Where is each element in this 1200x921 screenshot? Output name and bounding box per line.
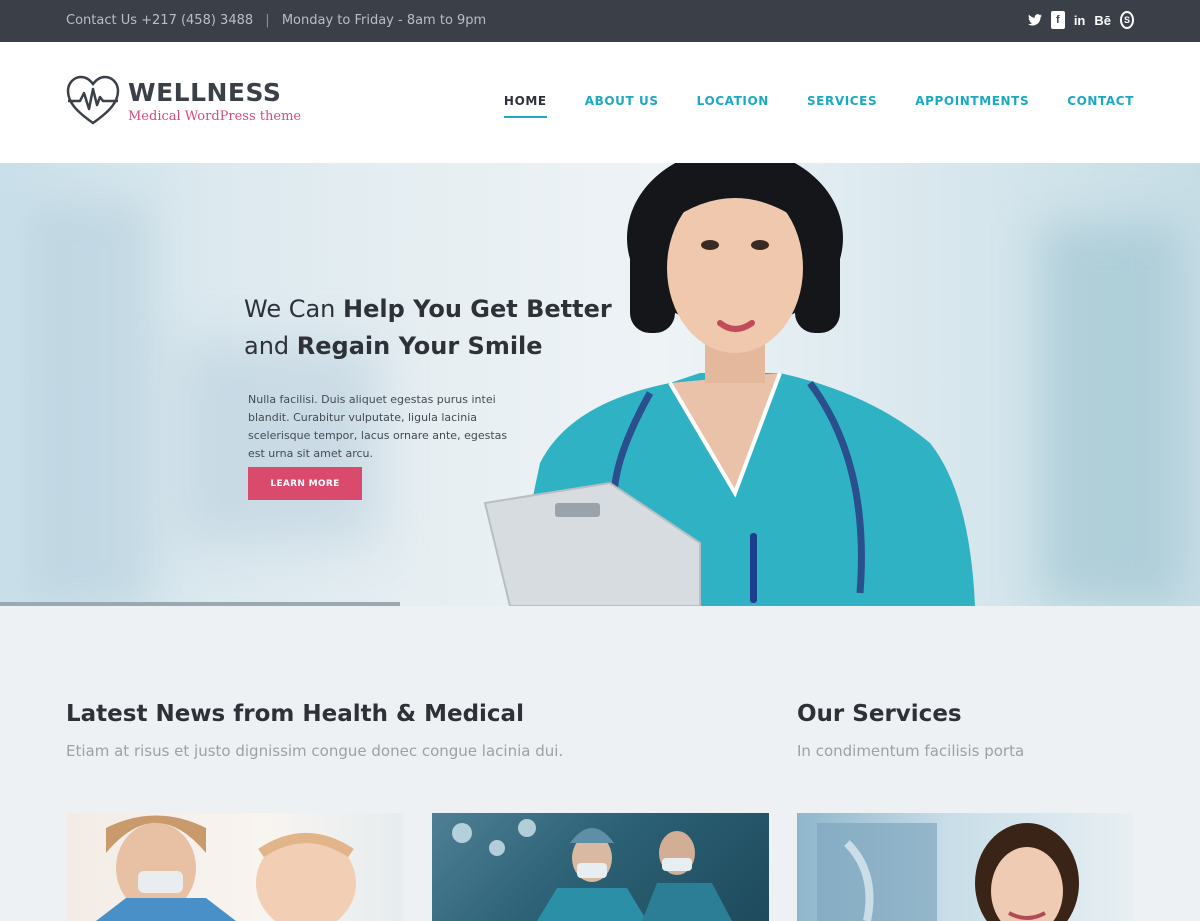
news-section-title: Latest News from Health & Medical	[66, 701, 524, 727]
social-links: f in Bē S	[1027, 11, 1134, 29]
services-section-subtitle: In condimentum facilisis porta	[797, 742, 1025, 760]
skype-icon[interactable]: S	[1120, 11, 1134, 29]
logo-subtitle: Medical WordPress theme	[128, 108, 302, 124]
site-header: WELLNESS Medical WordPress theme HOME AB…	[0, 42, 1200, 163]
opening-hours: Monday to Friday - 8am to 9pm	[281, 13, 487, 28]
hero-banner: We Can Help You Get Better and Regain Yo…	[0, 163, 1200, 606]
nav-location[interactable]: LOCATION	[697, 94, 769, 118]
heart-pulse-icon	[66, 75, 120, 125]
hero-divider	[0, 602, 400, 606]
services-title-light: Our	[797, 701, 845, 727]
background-blur	[30, 203, 150, 603]
nav-appointments[interactable]: APPOINTMENTS	[915, 94, 1029, 118]
news-section-subtitle: Etiam at risus et justo dignissim congue…	[66, 742, 564, 760]
topbar-info: Contact Us +217 (458) 3488 | Monday to F…	[66, 13, 486, 28]
services-section-title: Our Services	[797, 701, 962, 727]
news-card-image[interactable]	[432, 813, 769, 921]
facebook-icon[interactable]: f	[1050, 11, 1065, 29]
nav-home[interactable]: HOME	[503, 94, 547, 118]
main-nav: HOME ABOUT US LOCATION SERVICES APPOINTM…	[503, 94, 1134, 118]
nav-about-us[interactable]: ABOUT US	[585, 94, 659, 118]
contact-phone[interactable]: Contact Us +217 (458) 3488	[66, 13, 253, 28]
site-logo[interactable]: WELLNESS Medical WordPress theme	[66, 75, 301, 127]
services-title-bold: Services	[852, 701, 962, 727]
linkedin-icon[interactable]: in	[1074, 11, 1086, 29]
topbar-separator: |	[265, 13, 270, 28]
hero-heading-light: We Can	[244, 295, 336, 323]
news-card-image[interactable]	[66, 813, 403, 921]
surgeons-photo	[452, 819, 732, 921]
learn-more-button[interactable]: LEARN MORE	[248, 467, 362, 500]
hero-heading-light: and	[244, 332, 290, 360]
nav-services[interactable]: SERVICES	[807, 94, 877, 118]
top-bar: Contact Us +217 (458) 3488 | Monday to F…	[0, 0, 1200, 42]
behance-icon[interactable]: Bē	[1094, 11, 1111, 29]
nurse-photo	[483, 163, 975, 606]
twitter-icon[interactable]	[1027, 11, 1042, 29]
news-title-light: Latest News from	[66, 701, 295, 727]
background-blur	[1040, 223, 1180, 603]
xray-doctor-photo	[817, 823, 1079, 921]
news-title-bold: Health & Medical	[302, 701, 524, 727]
nurse-with-baby-photo	[96, 815, 356, 921]
service-card-image[interactable]	[797, 813, 1134, 921]
nav-contact[interactable]: CONTACT	[1067, 94, 1134, 118]
logo-title: WELLNESS	[128, 77, 282, 107]
